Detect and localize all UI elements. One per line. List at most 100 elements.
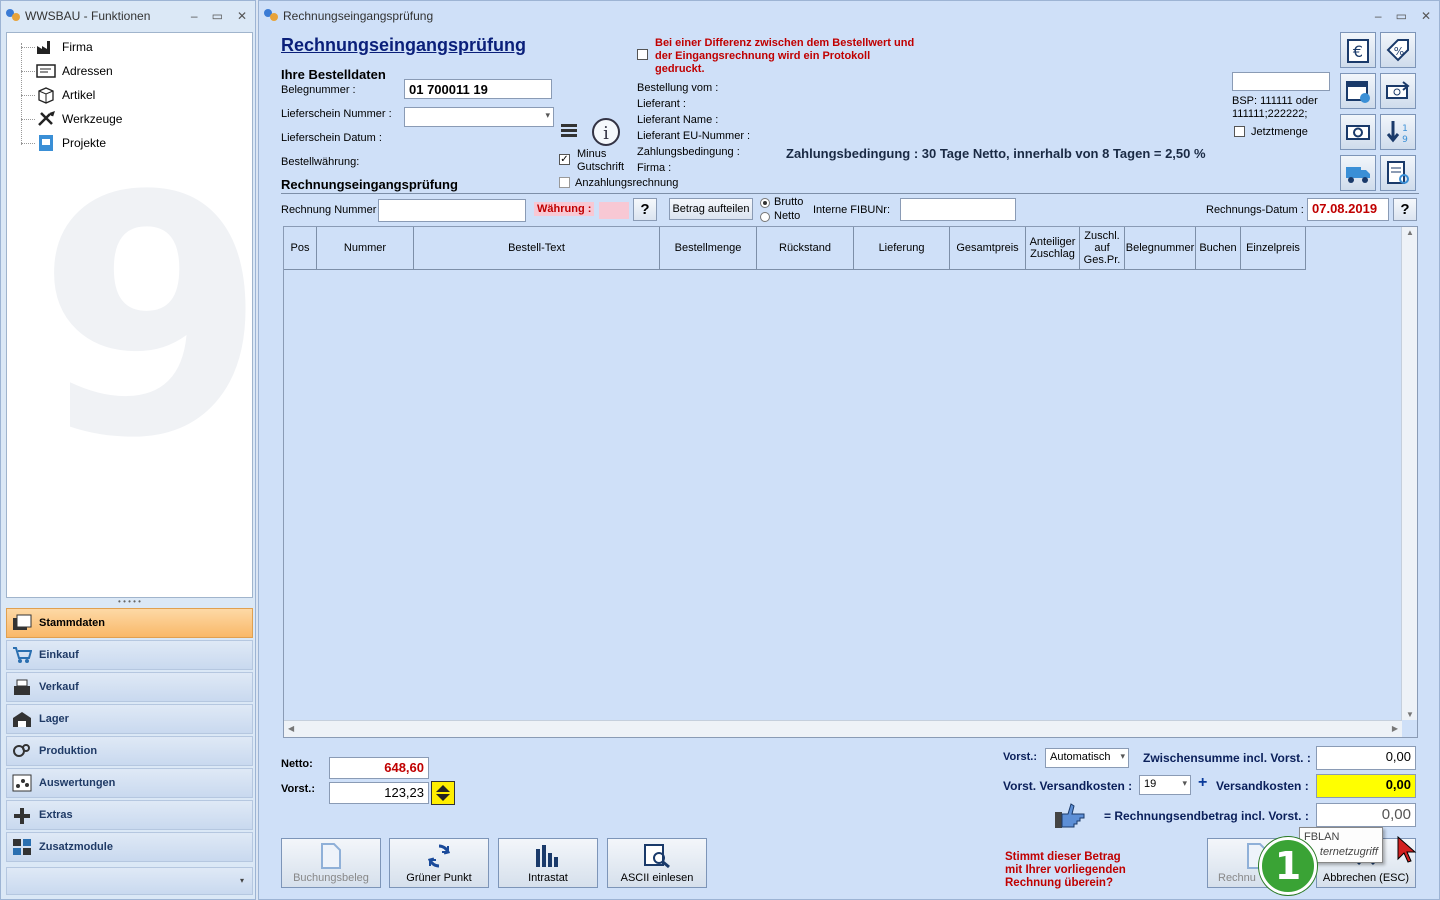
scroll-right-icon[interactable]: ▶ — [1392, 724, 1398, 733]
maximize-icon[interactable]: ▭ — [1396, 9, 1407, 23]
column-header[interactable]: Nummer — [317, 227, 414, 270]
zahlungsbedingung-label: Zahlungsbedingung : — [637, 146, 740, 158]
netto-radio[interactable] — [760, 212, 770, 222]
factory-icon — [35, 38, 57, 56]
svg-text:1: 1 — [1402, 124, 1408, 134]
datum-help-button[interactable]: ? — [1393, 198, 1417, 221]
close-icon[interactable]: ✕ — [1421, 9, 1431, 23]
nav-overflow-button[interactable]: ▾ — [6, 867, 253, 895]
vorst-select[interactable]: Automatisch — [1045, 748, 1129, 768]
intrastat-button[interactable]: Intrastat — [498, 838, 598, 888]
money-exchange-icon[interactable] — [1380, 73, 1416, 109]
app-icon — [5, 7, 21, 26]
belegnummer-field[interactable]: 01 700011 19 — [404, 79, 552, 99]
splitter-grip[interactable]: • • • • • — [6, 598, 253, 608]
euro-icon[interactable]: € — [1340, 32, 1376, 68]
bsp-search-input[interactable] — [1232, 72, 1330, 91]
versandkosten-field[interactable]: 0,00 — [1316, 774, 1416, 798]
up-down-stepper-icon[interactable] — [431, 781, 455, 805]
vorst-versand-select[interactable]: 19 — [1139, 775, 1191, 795]
maximize-icon[interactable]: ▭ — [212, 9, 223, 23]
nav-label: Produktion — [39, 745, 98, 757]
column-header[interactable]: Anteiliger Zuschlag — [1026, 227, 1080, 270]
tree-item-firma[interactable]: Firma — [35, 37, 93, 57]
minimize-icon[interactable]: – — [191, 9, 198, 23]
nav-auswertungen[interactable]: Auswertungen — [6, 768, 253, 798]
jetztmenge-checkbox[interactable] — [1234, 126, 1245, 137]
scroll-left-icon[interactable]: ◀ — [288, 724, 294, 733]
nav-extras[interactable]: Extras — [6, 800, 253, 830]
netto-total-field[interactable]: 648,60 — [329, 757, 429, 779]
column-header[interactable]: Bestellmenge — [660, 227, 757, 270]
anzahlungsrechnung-checkbox[interactable] — [559, 177, 570, 188]
tree-item-artikel[interactable]: Artikel — [35, 85, 95, 105]
column-header[interactable]: Belegnummer — [1125, 227, 1196, 270]
tree-item-werkzeuge[interactable]: Werkzeuge — [35, 109, 122, 129]
protokoll-warning: Bei einer Differenz zwischen dem Bestell… — [655, 37, 915, 75]
nav-label: Lager — [39, 713, 69, 725]
nav-stammdaten[interactable]: Stammdaten — [6, 608, 253, 638]
netto-total-label: Netto: — [281, 758, 313, 770]
warehouse-icon — [11, 709, 33, 729]
scroll-down-icon[interactable]: ▼ — [1406, 710, 1414, 719]
waehrung-field[interactable] — [599, 202, 629, 219]
modules-icon — [11, 837, 33, 857]
protokoll-checkbox[interactable] — [637, 49, 648, 60]
zwischensumme-field[interactable]: 0,00 — [1316, 746, 1416, 770]
ascii-einlesen-button[interactable]: ASCII einlesen — [607, 838, 707, 888]
brutto-radio[interactable] — [760, 198, 770, 208]
column-header[interactable]: Einzelpreis — [1241, 227, 1306, 270]
tools-icon — [35, 110, 57, 128]
plus-icon: + — [1198, 774, 1208, 791]
waehrung-help-button[interactable]: ? — [633, 198, 657, 221]
rechnung-nummer-input[interactable] — [378, 199, 526, 222]
nav-verkauf[interactable]: Verkauf — [6, 672, 253, 702]
vertical-scrollbar[interactable]: ▲ ▼ — [1401, 227, 1417, 720]
tree-item-projekte[interactable]: Projekte — [35, 133, 106, 153]
list-icon[interactable] — [559, 121, 579, 141]
belegnummer-label: Belegnummer : — [281, 84, 356, 96]
document-search-icon[interactable] — [1380, 155, 1416, 191]
info-icon[interactable]: i — [591, 117, 621, 147]
lieferschein-nummer-select[interactable] — [404, 107, 554, 127]
discount-tag-icon[interactable]: % — [1380, 32, 1416, 68]
close-icon[interactable]: ✕ — [237, 9, 247, 23]
interne-fibu-input[interactable] — [900, 198, 1016, 221]
banknote-icon[interactable] — [1340, 114, 1376, 150]
column-header[interactable]: Pos — [284, 227, 317, 270]
column-header[interactable]: Zuschl. auf Ges.Pr. — [1080, 227, 1125, 270]
column-header[interactable]: Bestell-Text — [414, 227, 660, 270]
endbetrag-field[interactable]: 0,00 — [1316, 803, 1416, 827]
buchungsbeleg-button[interactable]: Buchungsbeleg — [281, 838, 381, 888]
nav-einkauf[interactable]: Einkauf — [6, 640, 253, 670]
scroll-up-icon[interactable]: ▲ — [1406, 228, 1414, 237]
sort-descending-icon[interactable]: 19 — [1380, 114, 1416, 150]
jetztmenge-label: Jetztmenge — [1251, 126, 1308, 138]
gruener-punkt-button[interactable]: Grüner Punkt — [389, 838, 489, 888]
column-header[interactable]: Lieferung — [854, 227, 950, 270]
order-section-title: Ihre Bestelldaten — [281, 67, 386, 82]
background-watermark: 9 — [37, 126, 253, 510]
intrastat-label: Intrastat — [528, 872, 568, 884]
delivery-truck-icon[interactable] — [1340, 155, 1376, 191]
vorst-total-field[interactable]: 123,23 — [329, 782, 429, 804]
invoice-lines-table[interactable]: Pos Nummer Bestell-Text Bestellmenge Rüc… — [283, 226, 1418, 738]
column-header[interactable]: Gesamtpreis — [950, 227, 1026, 270]
recycle-icon — [426, 839, 452, 872]
column-header[interactable]: Rückstand — [757, 227, 854, 270]
vorst-select-label: Vorst.: — [1003, 751, 1038, 763]
calendar-help-icon[interactable] — [1340, 73, 1376, 109]
lieferschein-nummer-label: Lieferschein Nummer : — [281, 108, 392, 120]
nav-lager[interactable]: Lager — [6, 704, 253, 734]
column-header[interactable]: Buchen — [1196, 227, 1241, 270]
nav-produktion[interactable]: Produktion — [6, 736, 253, 766]
betrag-aufteilen-button[interactable]: Betrag aufteilen — [669, 198, 753, 220]
svg-text:9: 9 — [1402, 135, 1408, 145]
minimize-icon[interactable]: – — [1375, 9, 1382, 23]
rechnungs-datum-input[interactable]: 07.08.2019 — [1307, 198, 1389, 221]
bestellwaehrung-label: Bestellwährung: — [281, 156, 360, 168]
nav-zusatzmodule[interactable]: Zusatzmodule — [6, 832, 253, 862]
horizontal-scrollbar[interactable]: ◀ ▶ — [284, 720, 1402, 737]
tree-item-adressen[interactable]: Adressen — [35, 61, 113, 81]
minus-gutschrift-checkbox[interactable]: ✓ — [559, 154, 570, 165]
